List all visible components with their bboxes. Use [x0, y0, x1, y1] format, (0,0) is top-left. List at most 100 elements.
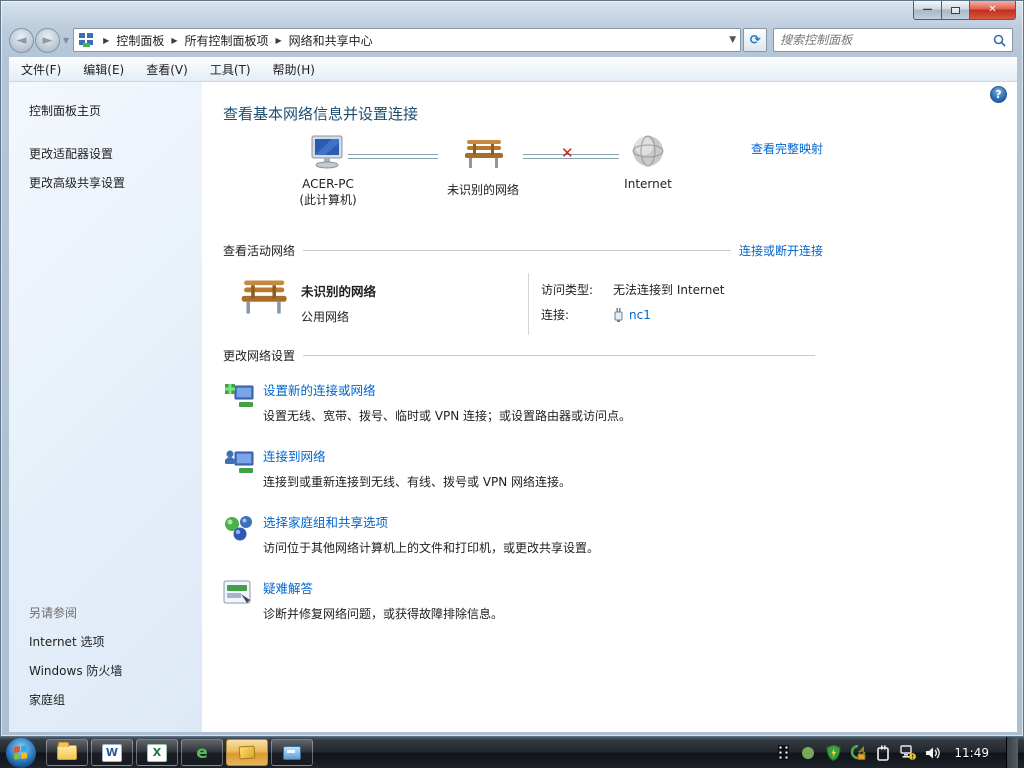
access-type-value: 无法连接到 Internet — [613, 283, 725, 297]
active-network-type: 公用网络 — [301, 310, 350, 324]
taskbar-app-active-window[interactable] — [226, 739, 268, 766]
sidebar-item-internet-options[interactable]: Internet 选项 — [9, 627, 202, 656]
connection-nc1-link[interactable]: nc1 — [629, 308, 651, 322]
forward-icon: ► — [42, 32, 53, 48]
main-panel: 查看基本网络信息并设置连接 ACER-PC (此计算机) 未识别的网络 ✕ In… — [223, 82, 823, 732]
film-icon[interactable] — [775, 745, 791, 761]
search-input[interactable] — [780, 33, 994, 47]
menu-file[interactable]: 文件(F) — [11, 58, 71, 81]
section-rule — [303, 250, 731, 251]
map-connection-pc-network — [348, 154, 438, 159]
breadcrumb-item-network-center[interactable]: 网络和共享中心 — [289, 32, 373, 49]
speaker-icon[interactable] — [925, 745, 941, 761]
recent-pages-dropdown[interactable]: ▼ — [63, 36, 69, 45]
map-node-unidentified-network[interactable]: 未识别的网络 — [438, 138, 528, 198]
internet-explorer-icon: e — [196, 742, 208, 763]
internet-globe-icon — [632, 135, 664, 167]
homegroup-sharing-link[interactable]: 选择家庭组和共享选项 — [263, 515, 388, 530]
taskbar-app-internet-explorer[interactable]: e — [181, 739, 223, 766]
sidebar: 控制面板主页 更改适配器设置 更改高级共享设置 另请参阅 Internet 选项… — [9, 82, 202, 732]
maximize-button[interactable] — [942, 1, 970, 20]
refresh-button[interactable]: ⟳ — [743, 28, 768, 52]
taskbar-app-word[interactable]: W — [91, 739, 133, 766]
connect-network-icon — [225, 450, 254, 473]
close-icon: ✕ — [988, 4, 997, 15]
menu-bar: 文件(F) 编辑(E) 查看(V) 工具(T) 帮助(H) — [9, 57, 1017, 82]
task-description: 连接到或重新连接到无线、有线、拨号或 VPN 网络连接。 — [263, 475, 572, 489]
map-node-internet[interactable]: Internet — [613, 134, 683, 191]
taskbar-app-excel[interactable]: X — [136, 739, 178, 766]
breadcrumb-arrow-icon[interactable]: ▶ — [276, 36, 282, 45]
clipboard-plug-icon[interactable] — [875, 745, 891, 761]
task-troubleshoot: 疑难解答 诊断并修复网络问题，或获得故障排除信息。 — [223, 578, 823, 622]
breadcrumb-arrow-icon: ▶ — [103, 35, 110, 45]
sidebar-item-homegroup[interactable]: 家庭组 — [9, 685, 202, 714]
active-network-icon-wrap[interactable] — [237, 277, 289, 320]
task-description: 访问位于其他网络计算机上的文件和打印机，或更改共享设置。 — [263, 541, 600, 555]
breadcrumb[interactable]: ▶ 控制面板 ▶ 所有控制面板项 ▶ 网络和共享中心 ▼ — [73, 28, 742, 52]
map-node-sublabel: (此计算机) — [299, 193, 357, 207]
connect-to-network-link[interactable]: 连接到网络 — [263, 449, 326, 464]
network-map: ACER-PC (此计算机) 未识别的网络 ✕ Internet 查看完整映射 — [223, 134, 823, 234]
view-full-map-link[interactable]: 查看完整映射 — [751, 140, 823, 157]
close-button[interactable]: ✕ — [970, 1, 1016, 20]
map-node-this-computer[interactable]: ACER-PC (此计算机) — [283, 134, 373, 208]
network-center-icon — [79, 33, 94, 47]
active-networks-header: 查看活动网络 连接或断开连接 — [223, 242, 823, 259]
address-dropdown-icon[interactable]: ▼ — [729, 35, 736, 45]
ethernet-icon — [614, 307, 623, 322]
breadcrumb-item-all-items[interactable]: 所有控制面板项 — [184, 32, 268, 49]
folder-icon — [57, 742, 77, 760]
breadcrumb-item-control-panel[interactable]: 控制面板 — [116, 32, 164, 49]
taskbar-app-display[interactable] — [271, 739, 313, 766]
computer-icon — [311, 135, 343, 169]
map-node-label: Internet — [624, 177, 672, 191]
back-icon: ◄ — [16, 32, 27, 48]
menu-edit[interactable]: 编辑(E) — [73, 58, 134, 81]
yellow-box-icon — [238, 745, 256, 760]
section-title: 查看活动网络 — [223, 244, 296, 258]
see-also-section: 另请参阅 Internet 选项 Windows 防火墙 家庭组 — [9, 598, 202, 714]
homegroup-icon — [225, 516, 252, 541]
minimize-button[interactable]: — — [913, 1, 942, 20]
menu-help[interactable]: 帮助(H) — [263, 58, 325, 81]
help-button[interactable]: ? — [990, 86, 1007, 103]
taskbar-clock[interactable]: 11:49 — [954, 746, 989, 760]
divider — [528, 273, 529, 335]
map-node-label: 未识别的网络 — [446, 183, 519, 197]
sidebar-item-change-advanced-sharing[interactable]: 更改高级共享设置 — [9, 168, 202, 197]
taskbar-app-explorer[interactable] — [46, 739, 88, 766]
taskbar: W X e 11:49 — [0, 737, 1024, 768]
sidebar-item-change-adapter-settings[interactable]: 更改适配器设置 — [9, 139, 202, 168]
setup-new-connection-link[interactable]: 设置新的连接或网络 — [263, 383, 376, 398]
breadcrumb-arrow-icon[interactable]: ▶ — [171, 36, 177, 45]
windows-logo-icon — [14, 744, 28, 760]
system-tray: 11:49 — [775, 737, 1024, 768]
help-icon: ? — [995, 88, 1002, 101]
sync-lock-icon[interactable] — [850, 744, 866, 761]
forward-button[interactable]: ► — [35, 27, 60, 53]
network-warning-icon[interactable] — [900, 745, 917, 761]
status-dot-icon[interactable] — [800, 745, 816, 761]
network-sharing-center-window: — ✕ ◄ ► ▼ ▶ 控制面板 ▶ 所有控制面板项 ▶ 网络和共享中心 ▼ ⟳ — [0, 0, 1024, 737]
security-shield-icon[interactable] — [825, 744, 841, 761]
menu-tools[interactable]: 工具(T) — [200, 58, 261, 81]
search-box[interactable] — [773, 28, 1014, 52]
show-desktop-button[interactable] — [1006, 737, 1018, 768]
troubleshoot-link[interactable]: 疑难解答 — [263, 581, 313, 596]
access-type-label: 访问类型: — [541, 283, 594, 297]
task-connect-to-network: 连接到网络 连接到或重新连接到无线、有线、拨号或 VPN 网络连接。 — [223, 446, 823, 490]
connect-disconnect-link[interactable]: 连接或断开连接 — [739, 242, 823, 259]
section-rule — [303, 355, 815, 356]
search-icon[interactable] — [993, 34, 1006, 47]
broken-connection-x-icon[interactable]: ✕ — [561, 146, 574, 161]
map-node-label: ACER-PC — [302, 177, 354, 191]
sidebar-item-control-panel-home[interactable]: 控制面板主页 — [9, 96, 202, 125]
menu-view[interactable]: 查看(V) — [136, 58, 198, 81]
back-button[interactable]: ◄ — [9, 27, 34, 53]
troubleshoot-icon — [223, 580, 251, 604]
maximize-icon — [951, 6, 960, 14]
start-button[interactable] — [6, 737, 36, 768]
active-network-item: 未识别的网络 公用网络 访问类型: 无法连接到 Internet 连接: nc1 — [223, 273, 823, 339]
sidebar-item-windows-firewall[interactable]: Windows 防火墙 — [9, 656, 202, 685]
